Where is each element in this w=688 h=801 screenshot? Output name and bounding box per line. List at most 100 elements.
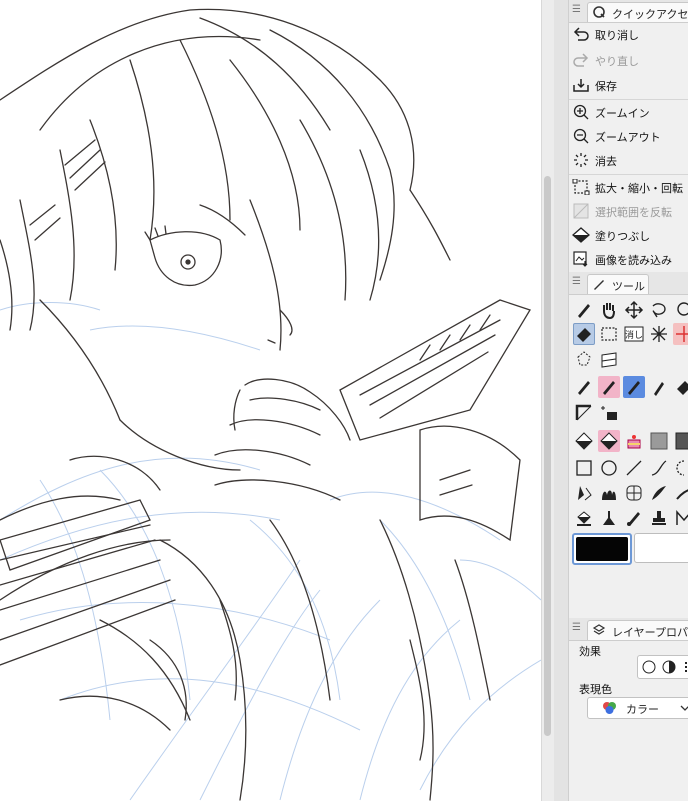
fill-icon [572, 227, 590, 243]
brush-tool-icon[interactable] [573, 376, 595, 398]
qa-undo-label: 取り消し [595, 29, 639, 42]
ruler-tool-icon[interactable] [573, 402, 595, 424]
layer-property-tab-label: レイヤープロパティ [612, 626, 688, 639]
drawing-canvas[interactable] [0, 0, 541, 801]
polyline-tool-icon[interactable] [673, 457, 688, 479]
qa-save[interactable]: 保存 [569, 73, 688, 97]
transform-icon [572, 179, 590, 195]
smudge-tool-icon[interactable] [598, 482, 620, 504]
qa-undo[interactable]: 取り消し [569, 22, 688, 46]
zoom-out-icon [573, 128, 589, 144]
qa-fill-label: 塗りつぶし [595, 230, 651, 243]
qa-transform-label: 拡大・縮小・回転 [595, 182, 683, 195]
qa-clear[interactable]: 消去 [569, 148, 688, 172]
invert-selection-icon [573, 203, 589, 219]
fill-tool-icon[interactable] [573, 430, 595, 452]
stamp-tool-icon[interactable] [648, 507, 670, 529]
line-tool-icon[interactable] [623, 457, 645, 479]
quick-access-icon [593, 6, 605, 18]
magic-wand-tool-icon[interactable] [648, 323, 670, 345]
spray-tool-icon[interactable] [598, 507, 620, 529]
save-icon [573, 79, 589, 92]
panel-grip-icon[interactable]: ☰ [572, 3, 582, 17]
panel-grip-icon[interactable]: ☰ [572, 621, 582, 635]
main-color-fill [576, 537, 628, 561]
effect-icons [642, 660, 687, 674]
mesh-transform-tool-icon[interactable] [623, 482, 645, 504]
red-star-tool-icon[interactable] [673, 323, 688, 345]
pen-tool-tab-icon [594, 280, 604, 290]
qa-import-image[interactable]: 画像を読み込み [569, 247, 688, 271]
lasso-alt-tool-icon[interactable] [673, 299, 688, 321]
curve-tool-icon[interactable] [648, 457, 670, 479]
clear-selection-tool-icon[interactable]: 消し [623, 323, 645, 345]
qa-redo-label: やり直し [595, 55, 639, 68]
qa-fill[interactable]: 塗りつぶし [569, 223, 688, 247]
qa-zoom-out-label: ズームアウト [595, 131, 661, 144]
pink-fill-tool-icon[interactable] [598, 430, 620, 452]
qa-invert-selection-label: 選択範囲を反転 [595, 206, 672, 219]
line-art-sketch [0, 8, 541, 801]
redo-icon [573, 53, 589, 67]
rect-select-tool-icon[interactable] [598, 323, 620, 345]
clear-icon [574, 153, 588, 167]
move-tool-icon[interactable] [623, 299, 645, 321]
zoom-in-icon [573, 104, 589, 120]
tab-tool[interactable]: ツール [587, 274, 649, 294]
qa-redo[interactable]: やり直し [569, 48, 688, 72]
polygon-select-tool-icon[interactable] [573, 348, 595, 370]
tab-quick-access[interactable]: クイックアクセス [587, 2, 688, 22]
layer-move-tool-icon[interactable] [598, 348, 620, 370]
qa-import-image-label: 画像を読み込み [595, 254, 672, 267]
effect-toggle-group[interactable] [637, 655, 688, 679]
expression-color-value: カラー [626, 703, 659, 716]
color-mode-icon [603, 702, 616, 714]
quick-access-tab-label: クイックアクセス [612, 8, 688, 21]
paint-bucket-tool-icon[interactable] [573, 507, 595, 529]
import-image-icon [573, 251, 588, 267]
qa-save-label: 保存 [595, 80, 617, 93]
hand-tool-icon[interactable] [598, 299, 620, 321]
gradient-tool-icon[interactable] [673, 430, 688, 452]
pink-pen-tool-icon[interactable] [598, 376, 620, 398]
expression-color-label: 表現色 [579, 683, 612, 696]
tool-tab-bar: ☰ ツール [569, 272, 688, 295]
stroke-tool-icon[interactable] [648, 482, 670, 504]
expression-color-select[interactable]: カラー [587, 697, 688, 719]
qa-zoom-out[interactable]: ズームアウト [569, 124, 688, 148]
tool-tab-label: ツール [612, 280, 645, 293]
eraser-tool-icon[interactable] [573, 323, 595, 345]
wave-tool-icon[interactable] [673, 482, 688, 504]
main-color-swatch[interactable] [572, 533, 632, 565]
blue-pen-tool-icon[interactable] [623, 376, 645, 398]
text-tool-icon[interactable] [673, 507, 688, 529]
qa-zoom-in[interactable]: ズームイン [569, 99, 688, 124]
quick-access-tab-bar: ☰ クイックアクセス [569, 0, 688, 23]
chevron-down-icon [680, 705, 688, 711]
gray-fill-tool-icon[interactable] [648, 430, 670, 452]
ellipse-tool-icon[interactable] [598, 457, 620, 479]
qa-clear-label: 消去 [595, 155, 617, 168]
canvas-vertical-scrollbar[interactable] [541, 0, 554, 801]
qa-zoom-in-label: ズームイン [595, 107, 650, 120]
ink-pen-tool-icon[interactable] [623, 507, 645, 529]
effect-label: 効果 [579, 645, 601, 658]
right-dock-panel: ☰ クイックアクセス 取り消し やり直し 保存 ズームイン ズームアウト 消去 … [569, 0, 688, 801]
cake-fill-tool-icon[interactable] [623, 430, 645, 452]
scrollbar-thumb[interactable] [544, 176, 551, 736]
panel-grip-icon[interactable]: ☰ [572, 275, 582, 289]
qa-transform[interactable]: 拡大・縮小・回転 [569, 174, 688, 199]
clear-button-label: 消し [625, 329, 643, 341]
rectangle-tool-icon[interactable] [573, 457, 595, 479]
pen-tool-icon[interactable] [573, 299, 595, 321]
layer-property-tab-bar: ☰ レイヤープロパティ [569, 618, 688, 641]
sub-color-swatch[interactable] [634, 533, 688, 563]
sparkle-tool-icon[interactable] [598, 402, 620, 424]
eraser-alt-tool-icon[interactable] [673, 376, 688, 398]
dock-divider[interactable] [554, 0, 569, 801]
blend-tool-icon[interactable] [573, 482, 595, 504]
pencil-tool-icon[interactable] [648, 376, 670, 398]
qa-invert-selection[interactable]: 選択範囲を反転 [569, 199, 688, 223]
lasso-tool-icon[interactable] [648, 299, 670, 321]
tab-layer-property[interactable]: レイヤープロパティ [587, 620, 688, 640]
